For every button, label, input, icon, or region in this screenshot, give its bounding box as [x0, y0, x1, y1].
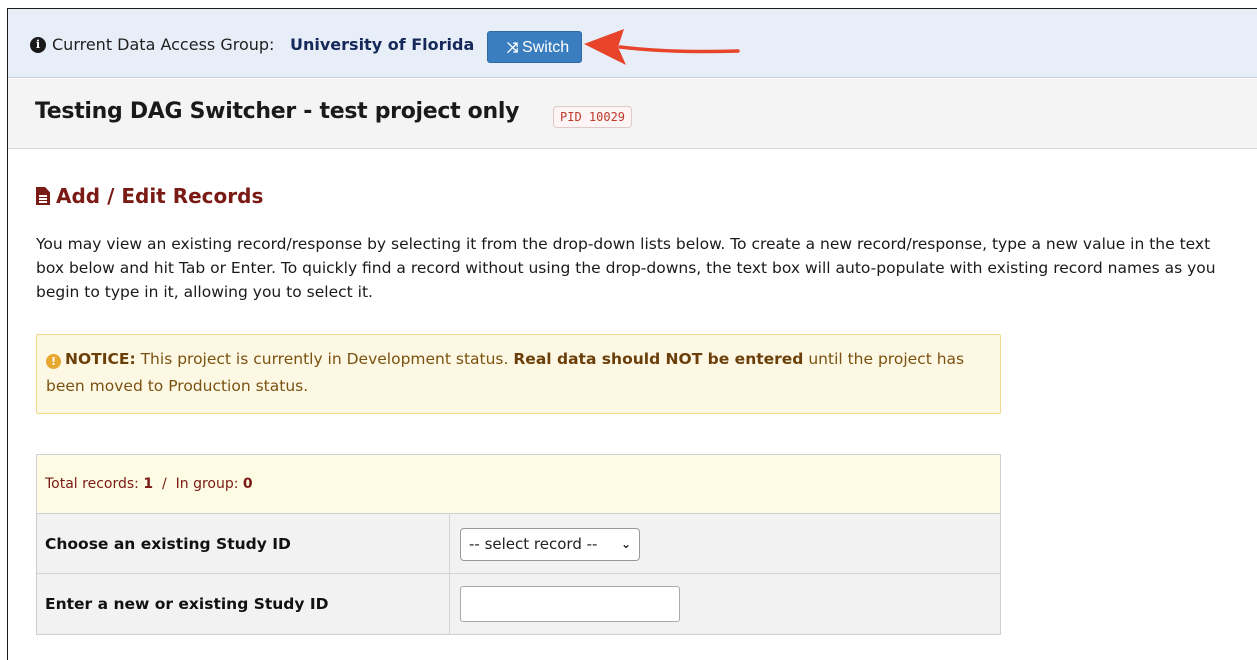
records-table: Total records: 1 / In group: 0 Choose an… [36, 454, 1001, 635]
records-totals: Total records: 1 / In group: 0 [37, 455, 1000, 514]
project-title: Testing DAG Switcher - test project only [35, 99, 520, 124]
total-records-value: 1 [143, 476, 154, 492]
total-records-label: Total records: [45, 476, 139, 492]
notice-text-1: This project is currently in Development… [140, 350, 509, 368]
in-group-label: In group: [175, 476, 239, 492]
arrow-annotation [584, 29, 740, 65]
switch-button-label: Switch [522, 39, 570, 56]
shuffle-icon: ⤨ [506, 39, 519, 55]
select-record-dropdown[interactable]: -- select record -- ⌄ [460, 528, 640, 561]
table-row: Enter a new or existing Study ID [37, 574, 1000, 634]
project-header: Testing DAG Switcher - test project only… [8, 79, 1257, 149]
dag-bar: i Current Data Access Group: University … [8, 9, 1257, 78]
chevron-down-icon: ⌄ [620, 537, 631, 551]
switch-dag-button[interactable]: ⤨ Switch [487, 31, 582, 63]
choose-study-id-label: Choose an existing Study ID [37, 514, 450, 573]
warning-icon: ! [46, 354, 61, 369]
section-title-text: Add / Edit Records [56, 184, 264, 208]
project-id-badge: PID 10029 [553, 106, 633, 128]
document-icon [36, 187, 50, 205]
notice-bold-text: Real data should NOT be entered [513, 350, 804, 368]
dag-label: Current Data Access Group: [52, 35, 275, 54]
select-record-value: -- select record -- [469, 535, 598, 553]
development-notice: ! NOTICE: This project is currently in De… [36, 334, 1001, 414]
totals-separator: / [162, 476, 167, 492]
intro-text: You may view an existing record/response… [36, 235, 1216, 301]
section-title: Add / Edit Records [36, 184, 263, 208]
enter-study-id-label: Enter a new or existing Study ID [37, 574, 450, 634]
table-row: Choose an existing Study ID -- select re… [37, 514, 1000, 574]
page-frame: i Current Data Access Group: University … [7, 8, 1257, 660]
info-icon: i [30, 37, 46, 53]
enter-study-id-cell [450, 574, 1000, 634]
choose-study-id-cell: -- select record -- ⌄ [450, 514, 1000, 573]
in-group-value: 0 [242, 476, 253, 492]
study-id-input[interactable] [460, 586, 680, 622]
notice-prefix: NOTICE: [65, 350, 136, 368]
dag-group-name: University of Florida [290, 35, 475, 54]
